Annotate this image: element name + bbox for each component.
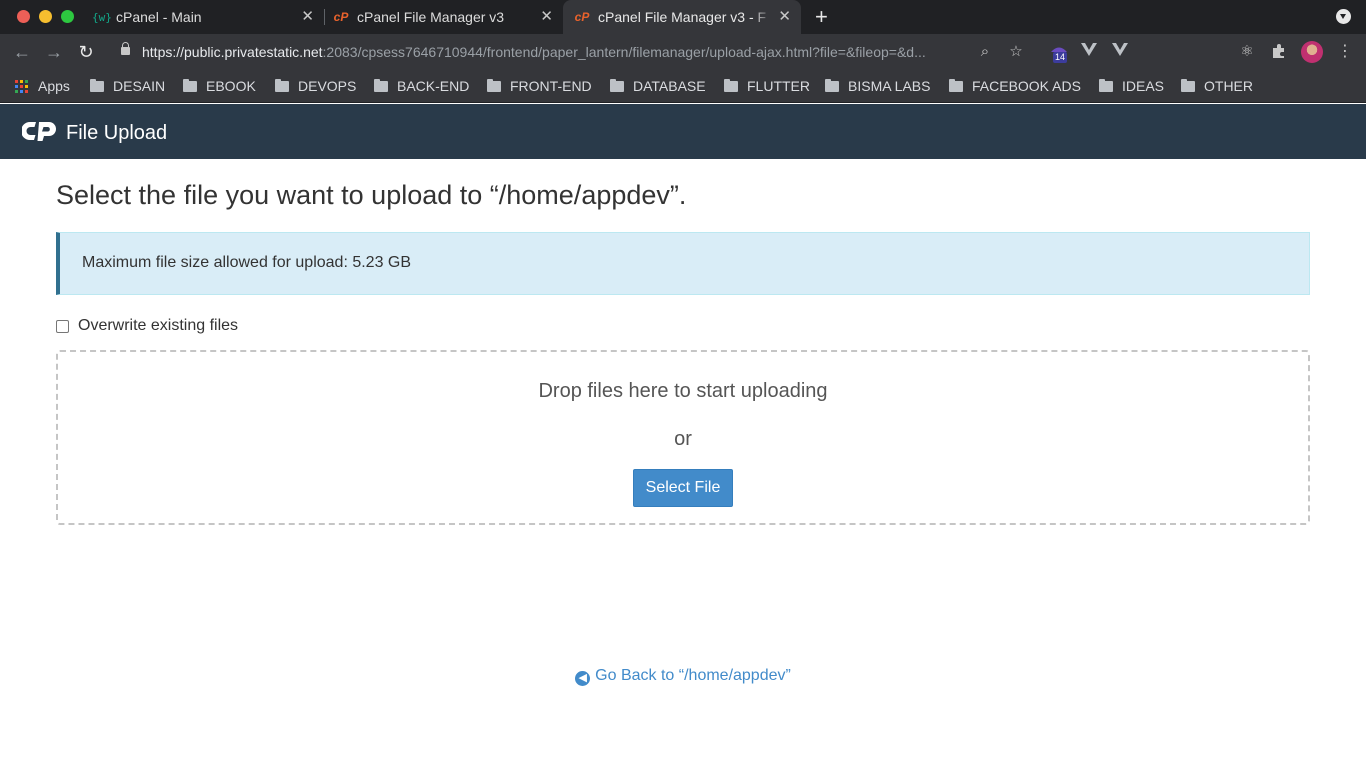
folder-icon xyxy=(1099,78,1113,92)
wordpress-favicon-icon: {w} xyxy=(92,10,112,24)
browser-tab-cpanel-main[interactable]: {w} cPanel - Main ✕ xyxy=(92,0,324,34)
drop-instructions: Drop files here to start uploading xyxy=(538,380,828,402)
bookmarks-bar: Apps DESAIN EBOOK DEVOPS BACK-END FRONT-… xyxy=(0,70,1366,103)
extension-badge: 14 xyxy=(1053,52,1068,63)
reload-icon[interactable]: ↻ xyxy=(75,41,97,63)
profile-avatar[interactable] xyxy=(1301,41,1323,63)
folder-icon xyxy=(183,78,197,92)
upload-heading: Select the file you want to upload to “/… xyxy=(56,180,687,210)
bookmark-label: FACEBOOK ADS xyxy=(972,78,1081,94)
folder-icon xyxy=(275,78,289,92)
react-devtools-icon[interactable]: ⚛ xyxy=(1238,43,1256,61)
extensions-puzzle-icon[interactable] xyxy=(1270,43,1288,61)
puzzle-shape-icon xyxy=(1273,44,1284,58)
tab-title: cPanel File Manager v3 - F xyxy=(598,9,767,25)
vue-devtools-icon[interactable] xyxy=(1080,43,1098,61)
vue-shape-icon xyxy=(1112,43,1128,56)
forward-arrow-icon[interactable]: → xyxy=(43,41,65,63)
lock-icon[interactable] xyxy=(121,42,130,55)
tab-close-icon[interactable]: ✕ xyxy=(540,9,553,25)
bookmark-star-icon[interactable]: ☆ xyxy=(1007,43,1025,61)
bookmark-folder-flutter[interactable]: FLUTTER xyxy=(724,77,810,95)
tab-close-icon[interactable]: ✕ xyxy=(301,9,314,25)
cpanel-header: File Upload xyxy=(0,104,1366,159)
window-minimize-button[interactable] xyxy=(39,10,52,23)
bookmark-folder-ideas[interactable]: IDEAS xyxy=(1099,77,1164,95)
file-drop-zone[interactable]: Drop files here to start uploading or Se… xyxy=(56,350,1310,525)
alert-text: Maximum file size allowed for upload: 5.… xyxy=(82,254,412,271)
folder-icon xyxy=(825,78,839,92)
tab-search-chevron-icon[interactable] xyxy=(1336,9,1351,24)
cpanel-logo-icon[interactable] xyxy=(22,119,58,145)
bookmark-label: EBOOK xyxy=(206,78,256,94)
window-maximize-button[interactable] xyxy=(61,10,74,23)
apps-grid-icon xyxy=(15,79,28,93)
bookmark-folder-database[interactable]: DATABASE xyxy=(610,77,706,95)
tab-title: cPanel - Main xyxy=(116,9,202,25)
bookmark-label: BACK-END xyxy=(397,78,470,94)
bookmark-folder-ebook[interactable]: EBOOK xyxy=(183,77,256,95)
overwrite-checkbox[interactable] xyxy=(56,319,69,333)
tab-title: cPanel File Manager v3 xyxy=(357,9,505,25)
go-back-label[interactable]: Go Back to “/home/appdev” xyxy=(595,667,791,684)
vue-devtools-2-icon[interactable] xyxy=(1111,43,1129,61)
bookmark-label: FLUTTER xyxy=(747,78,810,94)
folder-icon xyxy=(949,78,963,92)
bookmark-folder-bisma-labs[interactable]: BISMA LABS xyxy=(825,77,930,95)
window-close-button[interactable] xyxy=(17,10,30,23)
bookmark-folder-devops[interactable]: DEVOPS xyxy=(275,77,356,95)
select-file-button[interactable]: Select File xyxy=(633,469,733,507)
extension-hat-icon[interactable]: 14 xyxy=(1048,43,1070,63)
folder-icon xyxy=(1181,78,1195,92)
overwrite-label[interactable]: Overwrite existing files xyxy=(78,317,238,335)
browser-toolbar: ← → ↻ https://public.privatestatic.net:2… xyxy=(0,34,1366,94)
bookmark-label: IDEAS xyxy=(1122,78,1165,94)
browser-tab-file-manager[interactable]: cP cPanel File Manager v3 ✕ xyxy=(333,0,563,34)
zoom-icon[interactable]: ⌕ xyxy=(976,43,994,61)
vue-shape-icon xyxy=(1081,43,1097,56)
bookmark-label: Apps xyxy=(38,78,70,94)
bookmark-folder-facebook-ads[interactable]: FACEBOOK ADS xyxy=(949,77,1081,95)
folder-icon xyxy=(724,78,738,92)
tab-separator xyxy=(324,9,325,25)
browser-menu-icon[interactable]: ⋮ xyxy=(1337,43,1353,61)
new-tab-plus-icon[interactable]: + xyxy=(815,4,828,30)
url-host: https://public.privatestatic.net xyxy=(142,44,323,60)
bookmark-apps[interactable]: Apps xyxy=(15,77,70,95)
go-back-link[interactable]: ◀ Go Back to “/home/appdev” xyxy=(0,666,1366,686)
folder-icon xyxy=(90,78,104,92)
browser-tab-file-upload-active[interactable]: cP cPanel File Manager v3 - F ✕ xyxy=(563,0,801,34)
bookmark-folder-back-end[interactable]: BACK-END xyxy=(374,77,469,95)
arrow-circle-left-icon: ◀ xyxy=(575,671,591,686)
back-arrow-icon[interactable]: ← xyxy=(11,41,33,63)
folder-icon xyxy=(374,78,388,92)
bookmark-label: DEVOPS xyxy=(298,78,357,94)
bookmark-label: DATABASE xyxy=(633,78,706,94)
tab-close-icon[interactable]: ✕ xyxy=(778,9,791,25)
bookmark-folder-desain[interactable]: DESAIN xyxy=(90,77,165,95)
bookmark-folder-other[interactable]: OTHER xyxy=(1181,77,1253,95)
overwrite-option[interactable]: Overwrite existing files xyxy=(56,316,238,336)
cpanel-favicon-icon: cP xyxy=(574,10,590,24)
browser-tab-strip: {w} cPanel - Main ✕ cP cPanel File Manag… xyxy=(0,0,1366,34)
max-size-alert: Maximum file size allowed for upload: 5.… xyxy=(56,232,1310,295)
bookmark-label: FRONT-END xyxy=(510,78,592,94)
folder-icon xyxy=(610,78,624,92)
cpanel-favicon-icon: cP xyxy=(333,10,349,24)
bookmark-label: BISMA LABS xyxy=(848,78,931,94)
or-separator: or xyxy=(674,428,692,450)
bookmark-label: OTHER xyxy=(1204,78,1253,94)
address-bar-url[interactable]: https://public.privatestatic.net:2083/cp… xyxy=(142,43,926,61)
bookmark-folder-front-end[interactable]: FRONT-END xyxy=(487,77,592,95)
folder-icon xyxy=(487,78,501,92)
bookmark-label: DESAIN xyxy=(113,78,166,94)
url-path: :2083/cpsess7646710944/frontend/paper_la… xyxy=(322,44,926,60)
page-header-title: File Upload xyxy=(66,122,168,144)
